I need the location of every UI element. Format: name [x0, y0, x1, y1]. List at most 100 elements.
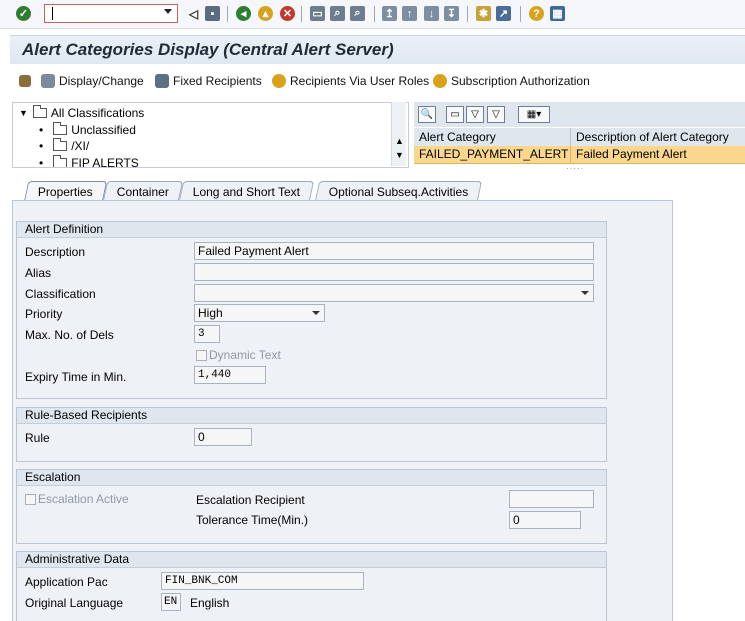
table-row[interactable]: FAILED_PAYMENT_ALERT Failed Payment Aler…: [414, 146, 745, 164]
classification-label: Classification: [25, 287, 96, 301]
rule-field[interactable]: 0: [194, 428, 252, 446]
hierarchy-button[interactable]: [19, 73, 35, 89]
tab-properties[interactable]: Properties: [23, 181, 107, 202]
application-pac-field[interactable]: FIN_BNK_COM: [161, 572, 364, 590]
tree-node-unclassified[interactable]: • Unclassified: [39, 122, 136, 138]
group-title: Alert Definition: [17, 222, 606, 238]
command-dropdown-arrow[interactable]: [164, 9, 172, 14]
classification-dropdown[interactable]: [194, 284, 594, 302]
shortcut-icon[interactable]: ↗: [496, 6, 511, 21]
group-title: Administrative Data: [17, 552, 606, 568]
help-icon[interactable]: ?: [529, 6, 544, 21]
prev-page-icon[interactable]: ↑: [402, 6, 417, 21]
max-dels-label: Max. No. of Dels: [25, 328, 114, 342]
details-icon[interactable]: 🔍: [418, 106, 436, 123]
cell-alert-category[interactable]: FAILED_PAYMENT_ALERT: [414, 146, 571, 163]
folder-icon: [53, 155, 68, 167]
hierarchy-icon: [19, 75, 31, 87]
chevron-down-icon[interactable]: [581, 291, 589, 295]
last-page-icon[interactable]: ↧: [444, 6, 459, 21]
column-header-description[interactable]: Description of Alert Category: [571, 128, 745, 146]
roles-globe-icon: [272, 74, 286, 88]
recipients-via-user-roles-label: Recipients Via User Roles: [290, 74, 430, 88]
tree-node-label: All Classifications: [50, 106, 145, 120]
subscription-authorization-button[interactable]: Subscription Authorization: [433, 73, 590, 89]
alias-label: Alias: [25, 266, 52, 280]
recipients-icon: [155, 74, 169, 88]
group-rule-based-recipients: Rule-Based Recipients: [16, 407, 607, 462]
tolerance-label: Tolerance Time(Min.): [196, 513, 309, 527]
application-pac-label: Application Pac: [25, 575, 108, 589]
escalation-recipient-field[interactable]: [509, 490, 594, 508]
recipients-via-user-roles-button[interactable]: Recipients Via User Roles: [272, 73, 429, 89]
tab-long-short-text[interactable]: Long and Short Text: [178, 181, 315, 201]
exit-icon[interactable]: ▴: [258, 6, 273, 21]
chevron-down-icon[interactable]: [312, 311, 320, 315]
layout-icon[interactable]: ▦: [550, 6, 565, 21]
tab-optional-activities[interactable]: Optional Subseq.Activities: [314, 181, 483, 201]
column-header-alert-category[interactable]: Alert Category: [414, 128, 571, 146]
tab-container[interactable]: Container: [102, 181, 184, 201]
subscription-authorization-label: Subscription Authorization: [451, 74, 590, 88]
tab-label: Long and Short Text: [192, 185, 300, 199]
escalation-active-label: Escalation Active: [38, 492, 129, 506]
max-dels-field[interactable]: 3: [194, 325, 220, 343]
cell-description[interactable]: Failed Payment Alert: [571, 146, 745, 163]
scroll-up-icon[interactable]: ▲: [395, 136, 404, 146]
expiry-field[interactable]: 1,440: [194, 366, 266, 384]
splitter-handle[interactable]: ·····: [566, 164, 584, 173]
description-label: Description: [25, 245, 86, 259]
find-next-icon[interactable]: ⌕: [350, 6, 365, 21]
grid-header: Alert Category Description of Alert Cate…: [414, 128, 745, 147]
enter-icon[interactable]: ✓: [16, 6, 31, 21]
original-language-code[interactable]: EN: [161, 593, 181, 611]
description-field[interactable]: Failed Payment Alert: [194, 242, 594, 260]
save-icon[interactable]: ▪: [205, 6, 220, 21]
tab-label: Optional Subseq.Activities: [328, 185, 469, 199]
page-title: Alert Categories Display (Central Alert …: [22, 40, 394, 59]
toolbar-separator: [227, 6, 228, 22]
toolbar-separator: [520, 6, 521, 22]
priority-dropdown[interactable]: High: [194, 304, 325, 322]
back-icon[interactable]: ◁: [186, 6, 201, 21]
tree-node-label: Unclassified: [71, 123, 136, 137]
toolbar-separator: [467, 6, 468, 22]
display-change-label: Display/Change: [59, 74, 144, 88]
folder-icon: [53, 138, 68, 151]
expiry-label: Expiry Time in Min.: [25, 370, 127, 384]
layout-select-icon[interactable]: ▦▾: [518, 106, 550, 123]
filter-icon[interactable]: ▽: [466, 106, 484, 123]
tree-node-root[interactable]: ▼ All Classifications: [19, 105, 144, 121]
expand-arrow-icon[interactable]: ▼: [19, 108, 28, 118]
new-session-icon[interactable]: ✱: [476, 6, 491, 21]
back-green-icon[interactable]: ◂: [236, 6, 251, 21]
find-icon[interactable]: ⌕: [330, 6, 345, 21]
tree-scrollbar[interactable]: ▲ ▼: [391, 102, 406, 166]
tree-node-label: /XI/: [71, 139, 90, 153]
tree-node-fip-alerts[interactable]: • FIP ALERTS: [39, 155, 139, 168]
tree-bullet: •: [39, 156, 44, 168]
priority-label: Priority: [25, 307, 63, 321]
next-page-icon[interactable]: ↓: [424, 6, 439, 21]
pencil-glasses-icon: [41, 74, 55, 88]
scroll-down-icon[interactable]: ▼: [395, 150, 404, 160]
cancel-icon[interactable]: ✕: [280, 6, 295, 21]
dynamic-text-checkbox[interactable]: [196, 350, 207, 361]
escalation-recipient-label: Escalation Recipient: [196, 493, 305, 507]
subscription-globe-icon: [433, 74, 447, 88]
alias-field[interactable]: [194, 263, 594, 281]
rule-label: Rule: [25, 431, 50, 445]
print-grid-icon[interactable]: ▭: [446, 106, 464, 123]
toolbar-separator: [301, 6, 302, 22]
tolerance-field[interactable]: 0: [509, 511, 581, 529]
set-filter-icon[interactable]: ▽: [487, 106, 505, 123]
display-change-button[interactable]: Display/Change: [41, 73, 144, 89]
print-icon[interactable]: ▭: [310, 6, 325, 21]
fixed-recipients-button[interactable]: Fixed Recipients: [155, 73, 262, 89]
priority-value: High: [198, 306, 223, 320]
original-language-name: English: [190, 596, 230, 610]
tree-node-xi[interactable]: • /XI/: [39, 138, 89, 154]
first-page-icon[interactable]: ↥: [382, 6, 397, 21]
escalation-active-checkbox[interactable]: [25, 494, 36, 505]
command-field[interactable]: [44, 4, 178, 23]
